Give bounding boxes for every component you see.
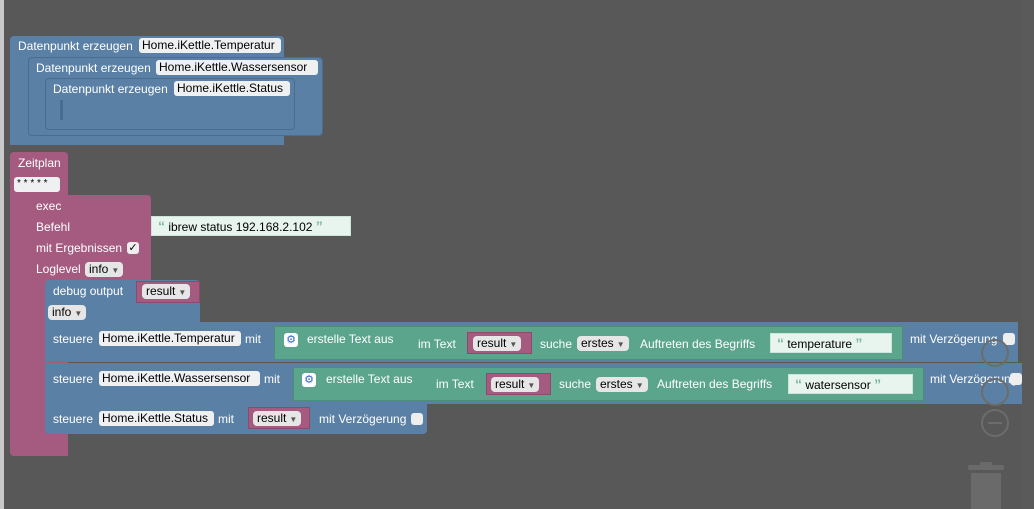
search-mode-dropdown-1[interactable]: erstes ▼ xyxy=(577,336,629,351)
datapoint-name-field-1[interactable]: Home.iKettle.Temperatur xyxy=(139,38,281,53)
search-var-dropdown-1[interactable]: result ▼ xyxy=(473,336,522,351)
debug-level-dropdown[interactable]: info ▼ xyxy=(48,305,87,320)
search-var-value-2: result xyxy=(495,377,525,391)
control-label-1: steuere xyxy=(53,332,94,346)
quote-icon: ” xyxy=(874,376,882,392)
control-with-label-1: mit xyxy=(245,332,261,346)
quote-icon: “ xyxy=(158,218,165,234)
datapoint-name-field-2[interactable]: Home.iKettle.Wassersensor xyxy=(156,60,318,75)
exec-label: exec xyxy=(36,199,62,213)
occurrence-label-2: Auftreten des Begriffs xyxy=(657,377,773,391)
search-term-value-2: watersensor xyxy=(805,378,871,392)
control-target-field-1[interactable]: Home.iKettle.Temperatur xyxy=(99,331,241,346)
befehl-label: Befehl xyxy=(36,220,71,234)
zoom-reset-icon[interactable] xyxy=(979,376,1011,408)
results-checkbox[interactable]: ✓ xyxy=(127,242,139,254)
delay-checkbox-3[interactable] xyxy=(411,413,423,425)
dropdown-arrow-icon: ▼ xyxy=(527,381,536,390)
debug-level-value: info xyxy=(52,305,72,319)
search-var-value-1: result xyxy=(477,336,507,350)
checkbox-icon: ✓ xyxy=(128,242,138,254)
loglevel-label: Loglevel xyxy=(36,262,81,276)
search-mode-value-2: erstes xyxy=(600,377,633,391)
exec-statement-frame xyxy=(28,280,44,440)
befehl-text-input[interactable]: “ ibrew status 192.168.2.102 ” xyxy=(151,216,351,236)
control-with-label-2: mit xyxy=(264,372,280,386)
dropdown-arrow-icon: ▼ xyxy=(509,340,518,349)
zoom-out-icon[interactable] xyxy=(979,407,1011,439)
search-term-input-1[interactable]: “ temperature ” xyxy=(770,333,892,353)
control-var-dropdown-3[interactable]: result ▼ xyxy=(253,411,302,426)
dropdown-arrow-icon: ▼ xyxy=(635,381,644,390)
results-label: mit Ergebnissen xyxy=(36,241,123,255)
quote-icon: ” xyxy=(315,218,323,234)
gear-icon[interactable]: ⚙ xyxy=(284,333,298,347)
control-target-field-3[interactable]: Home.iKettle.Status xyxy=(99,411,214,426)
dropdown-arrow-icon: ▼ xyxy=(178,288,187,297)
search-label-2: suche xyxy=(559,377,592,391)
search-term-input-2[interactable]: “ watersensor ” xyxy=(788,374,913,394)
search-mode-dropdown-2[interactable]: erstes ▼ xyxy=(596,377,648,392)
create-datapoint-label-1: Datenpunkt erzeugen xyxy=(18,39,133,53)
text-join-label-2: erstelle Text aus xyxy=(326,372,413,386)
dropdown-arrow-icon: ▼ xyxy=(289,415,298,424)
in-text-label-1: im Text xyxy=(418,337,456,351)
control-label-2: steuere xyxy=(53,372,94,386)
quote-icon: “ xyxy=(795,376,802,392)
search-label-1: suche xyxy=(540,337,573,351)
statement-slot-3 xyxy=(60,100,93,120)
create-datapoint-label-3: Datenpunkt erzeugen xyxy=(53,82,168,96)
loglevel-dropdown[interactable]: info ▼ xyxy=(85,262,124,277)
exec-bottom-bar xyxy=(28,438,68,450)
debug-output-label: debug output xyxy=(53,284,124,298)
debug-var-value: result xyxy=(146,284,176,298)
text-join-label-1: erstelle Text aus xyxy=(307,332,394,346)
control-with-label-3: mit xyxy=(218,412,234,426)
control-target-field-2[interactable]: Home.iKettle.Wassersensor xyxy=(99,371,260,386)
loglevel-value: info xyxy=(89,262,109,276)
datapoint-name-field-3[interactable]: Home.iKettle.Status xyxy=(174,81,290,96)
delay-label-3: mit Verzögerung xyxy=(319,412,407,426)
quote-icon: “ xyxy=(777,335,784,351)
delay-checkbox-2[interactable] xyxy=(1010,373,1022,385)
right-edge xyxy=(1022,0,1034,509)
in-text-label-2: im Text xyxy=(436,377,474,391)
quote-icon: ” xyxy=(855,335,863,351)
search-mode-value-1: erstes xyxy=(581,336,614,350)
control-label-3: steuere xyxy=(53,412,94,426)
schedule-label: Zeitplan xyxy=(18,156,61,170)
search-term-value-1: temperature xyxy=(787,337,853,351)
left-border xyxy=(0,0,4,509)
dropdown-arrow-icon: ▼ xyxy=(616,340,625,349)
trash-icon[interactable] xyxy=(964,462,1008,509)
zoom-in-icon[interactable] xyxy=(979,337,1011,369)
gear-icon[interactable]: ⚙ xyxy=(302,373,316,387)
search-var-dropdown-2[interactable]: result ▼ xyxy=(491,377,540,392)
debug-variable-dropdown[interactable]: result ▼ xyxy=(142,284,191,299)
create-datapoint-label-2: Datenpunkt erzeugen xyxy=(36,61,151,75)
control-var-value-3: result xyxy=(257,411,287,425)
dropdown-arrow-icon: ▼ xyxy=(74,309,83,318)
dropdown-arrow-icon: ▼ xyxy=(111,266,120,275)
occurrence-label-1: Auftreten des Begriffs xyxy=(640,337,756,351)
befehl-value: ibrew status 192.168.2.102 xyxy=(168,220,313,234)
schedule-cron-field[interactable]: * * * * * xyxy=(14,177,60,192)
